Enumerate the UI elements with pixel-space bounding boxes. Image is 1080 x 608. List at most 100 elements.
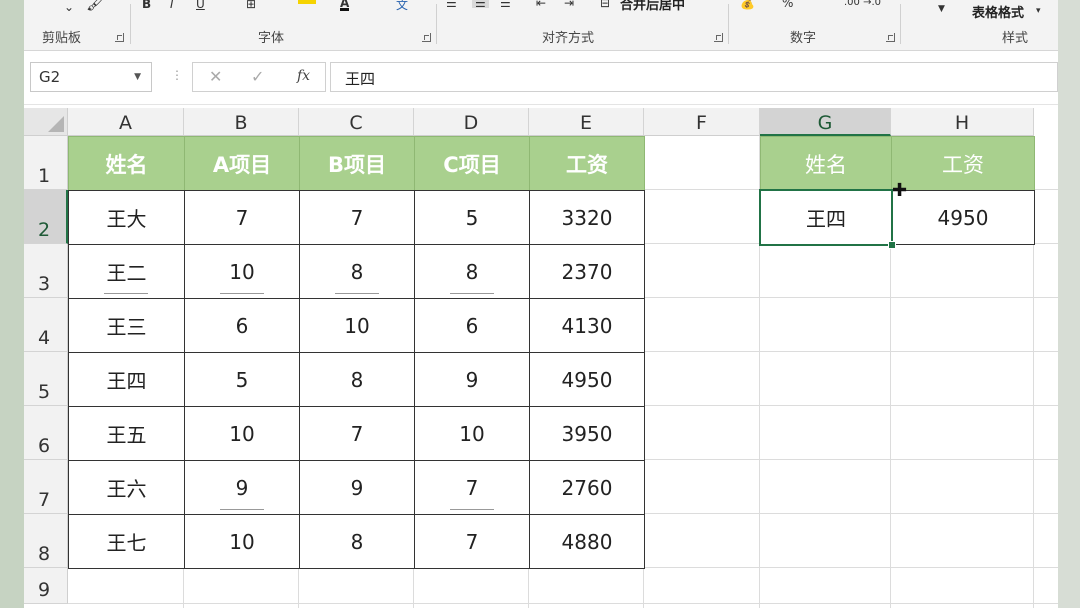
clipboard-dropdown-icon[interactable]: ⌄	[64, 1, 74, 13]
column-header-f[interactable]: F	[644, 108, 760, 136]
row-header-label: 7	[38, 489, 51, 511]
table-cell[interactable]: 8	[299, 514, 415, 569]
table-header-cell[interactable]: 姓名	[68, 136, 185, 191]
table-cell[interactable]: 王四	[68, 352, 185, 407]
table-cell[interactable]: 7	[299, 190, 415, 245]
table-cell[interactable]: 10	[299, 298, 415, 353]
name-box[interactable]: G2 ▼	[30, 62, 152, 92]
column-header-c[interactable]: C	[299, 108, 414, 136]
row-header-6[interactable]: 6	[24, 406, 68, 460]
table-cell[interactable]: 8	[414, 244, 530, 299]
table-header-cell[interactable]: C项目	[414, 136, 530, 191]
table-cell[interactable]: 8	[299, 352, 415, 407]
alignment-launcher-icon[interactable]	[714, 33, 723, 42]
table-cell[interactable]: 7	[414, 514, 530, 569]
merge-center-icon[interactable]: ⊟	[600, 0, 610, 9]
worksheet-grid[interactable]: ABCDEFGH 123456789 姓名 A项目 B项目 C项目 工资 王大 7 7 5 332…	[24, 108, 1058, 608]
table-cell[interactable]: 9	[184, 460, 300, 515]
table-format-dropdown-icon[interactable]: ▾	[1036, 6, 1041, 16]
table-cell[interactable]: 王五	[68, 406, 185, 461]
border-icon[interactable]: ⊞	[246, 0, 256, 10]
row-header-4[interactable]: 4	[24, 298, 68, 352]
table-cell[interactable]: 10	[184, 514, 300, 569]
underline-button[interactable]: U	[196, 0, 205, 10]
table-cell[interactable]: 7	[414, 460, 530, 515]
column-header-g[interactable]: G	[760, 108, 891, 136]
insert-function-button[interactable]: fx	[297, 68, 310, 84]
italic-button[interactable]: I	[170, 0, 174, 10]
table-cell[interactable]: 3320	[529, 190, 645, 245]
row-header-1[interactable]: 1	[24, 136, 68, 190]
name-box-dropdown-icon[interactable]: ▼	[134, 72, 141, 82]
row-header-9[interactable]: 9	[24, 568, 68, 604]
fill-handle[interactable]	[888, 241, 896, 249]
indent-decrease-icon[interactable]: ⇤	[536, 0, 546, 9]
formula-bar-grip-icon[interactable]: ⋮	[171, 68, 183, 82]
merge-center-button[interactable]: 合并后居中	[620, 0, 685, 13]
table-cell[interactable]: 2370	[529, 244, 645, 299]
clipboard-launcher-icon[interactable]	[115, 33, 124, 42]
table-cell[interactable]: 10	[414, 406, 530, 461]
table-cell[interactable]: 4880	[529, 514, 645, 569]
table-cell[interactable]: 3950	[529, 406, 645, 461]
indent-increase-icon[interactable]: ⇥	[564, 0, 574, 9]
table-cell[interactable]: 王六	[68, 460, 185, 515]
column-header-d[interactable]: D	[414, 108, 529, 136]
formula-input[interactable]: 王四	[330, 62, 1058, 92]
decimal-icon[interactable]: .00 →.0	[844, 0, 881, 8]
phonetic-icon[interactable]: 文	[396, 0, 408, 11]
table-cell[interactable]: 4130	[529, 298, 645, 353]
table-cell[interactable]: 7	[299, 406, 415, 461]
format-painter-icon[interactable]: 🖌	[86, 0, 106, 11]
cancel-icon[interactable]: ✕	[209, 67, 222, 86]
table-header-cell[interactable]: B项目	[299, 136, 415, 191]
table-cell[interactable]: 6	[184, 298, 300, 353]
table-cell[interactable]: 2760	[529, 460, 645, 515]
font-color-icon[interactable]: A	[340, 0, 350, 11]
row-header-5[interactable]: 5	[24, 352, 68, 406]
table-cell[interactable]: 王三	[68, 298, 185, 353]
table-cell[interactable]: 王二	[68, 244, 185, 299]
table-cell[interactable]: 9	[414, 352, 530, 407]
table-cell[interactable]: 5	[184, 352, 300, 407]
column-header-a[interactable]: A	[68, 108, 184, 136]
percent-button[interactable]: %	[782, 0, 793, 9]
bold-button[interactable]: B	[142, 0, 151, 10]
enter-icon[interactable]: ✓	[251, 67, 264, 86]
table-cell[interactable]: 5	[414, 190, 530, 245]
table-cell[interactable]: 王大	[68, 190, 185, 245]
table-cell[interactable]: 王七	[68, 514, 185, 569]
table-format-button[interactable]: 表格格式	[972, 2, 1024, 21]
table-cell[interactable]: 10	[184, 406, 300, 461]
font-launcher-icon[interactable]	[422, 33, 431, 42]
align-right-icon[interactable]: ☰	[500, 0, 511, 9]
table-header-cell[interactable]: 工资	[529, 136, 645, 191]
styles-dropdown-icon[interactable]: ▼	[938, 4, 945, 14]
table-cell[interactable]: 7	[184, 190, 300, 245]
lookup-header-cell[interactable]: 工资	[891, 136, 1035, 191]
currency-icon[interactable]: 💰	[740, 0, 755, 9]
align-left-icon[interactable]: ☰	[446, 0, 457, 9]
column-header-e[interactable]: E	[529, 108, 644, 136]
row-header-8[interactable]: 8	[24, 514, 68, 568]
row-header-2[interactable]: 2	[24, 190, 68, 244]
table-header-cell[interactable]: A项目	[184, 136, 300, 191]
table-cell[interactable]: 6	[414, 298, 530, 353]
table-cell[interactable]: 8	[299, 244, 415, 299]
row-header-7[interactable]: 7	[24, 460, 68, 514]
row-header-label: 6	[38, 435, 51, 457]
table-cell[interactable]: 10	[184, 244, 300, 299]
number-launcher-icon[interactable]	[886, 33, 895, 42]
align-center-icon[interactable]: ☰	[472, 0, 489, 9]
column-header-h[interactable]: H	[891, 108, 1034, 136]
lookup-header-cell[interactable]: 姓名	[760, 136, 892, 191]
ribbon-separator	[900, 4, 901, 44]
column-header-b[interactable]: B	[184, 108, 299, 136]
fill-color-icon[interactable]	[298, 0, 316, 4]
lookup-value-cell[interactable]: 4950	[891, 190, 1035, 245]
right-margin	[1058, 0, 1080, 608]
table-cell[interactable]: 9	[299, 460, 415, 515]
table-cell[interactable]: 4950	[529, 352, 645, 407]
select-all-corner[interactable]	[24, 108, 68, 136]
row-header-3[interactable]: 3	[24, 244, 68, 298]
